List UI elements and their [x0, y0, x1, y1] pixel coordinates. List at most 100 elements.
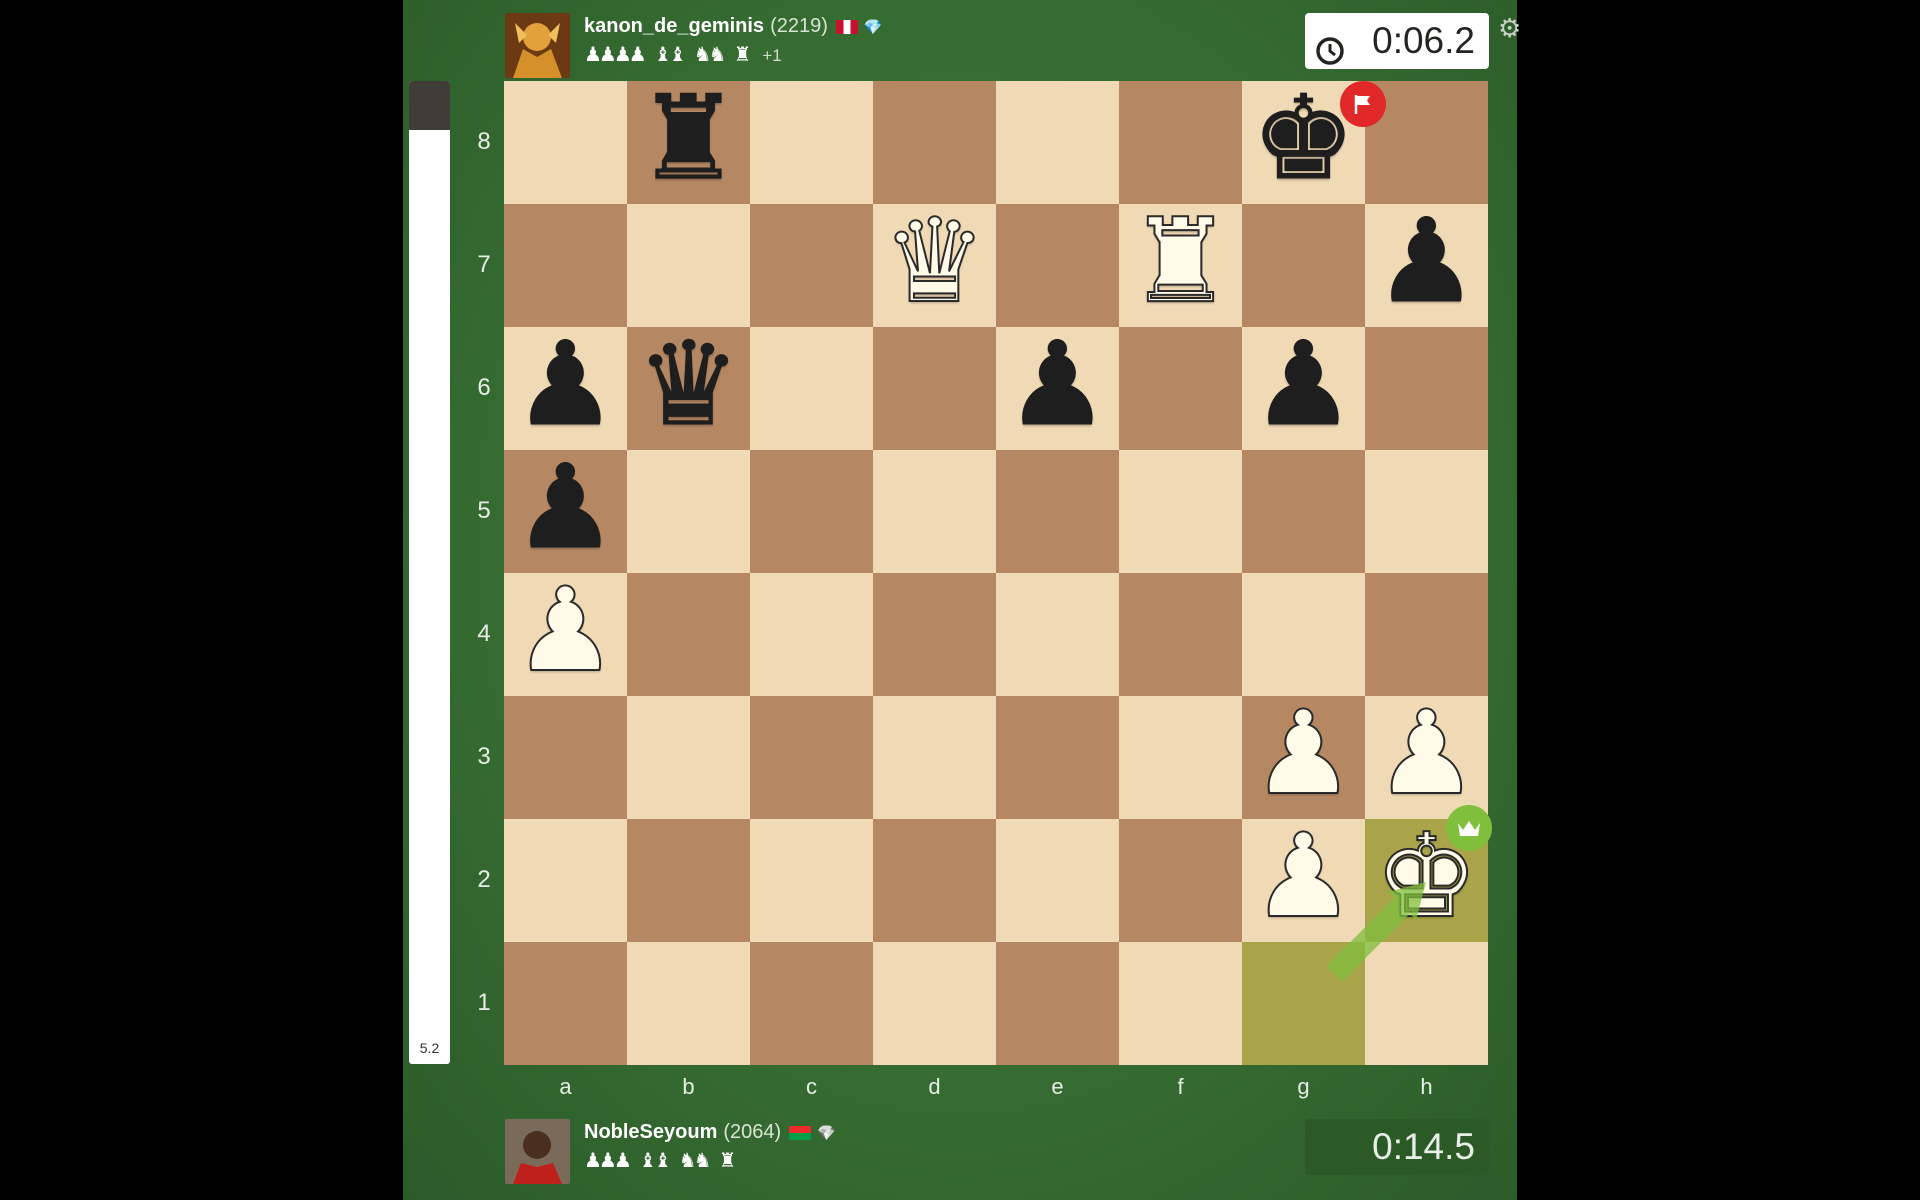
- square-d3[interactable]: [873, 696, 996, 819]
- square-h6[interactable]: [1365, 327, 1488, 450]
- square-f2[interactable]: [1119, 819, 1242, 942]
- square-c6[interactable]: [750, 327, 873, 450]
- square-c3[interactable]: [750, 696, 873, 819]
- black-pawn-icon[interactable]: ♟: [1251, 326, 1356, 443]
- white-rook-icon[interactable]: ♜: [1128, 202, 1234, 320]
- black-queen-icon[interactable]: ♛: [636, 326, 741, 443]
- captured-pawns: ♟♟♟♟: [584, 42, 647, 66]
- square-b4[interactable]: [627, 573, 750, 696]
- top-player-clock: 0:06.2: [1305, 13, 1489, 69]
- square-b6[interactable]: ♛: [627, 326, 750, 450]
- square-d1[interactable]: [873, 942, 996, 1065]
- square-e5[interactable]: [996, 450, 1119, 573]
- square-c2[interactable]: [750, 819, 873, 942]
- white-pawn-icon[interactable]: ♟: [1251, 694, 1357, 812]
- square-a1[interactable]: [504, 942, 627, 1065]
- file-label-e: e: [1051, 1074, 1064, 1099]
- square-d7[interactable]: ♛: [873, 202, 996, 327]
- black-pawn-icon[interactable]: ♟: [513, 326, 618, 443]
- square-b2[interactable]: [627, 819, 750, 942]
- rank-label-6: 6: [477, 374, 491, 401]
- diamond-membership-icon: 💎: [863, 18, 883, 36]
- square-f7[interactable]: ♜: [1119, 202, 1242, 327]
- rank-label-2: 2: [477, 866, 491, 893]
- bottom-player-name[interactable]: NobleSeyoum: [584, 1121, 717, 1143]
- square-a4[interactable]: ♟: [504, 571, 627, 696]
- bottom-clock-time: 0:14.5: [1372, 1126, 1475, 1167]
- square-a3[interactable]: [504, 696, 627, 819]
- square-f6[interactable]: [1119, 327, 1242, 450]
- square-f5[interactable]: [1119, 450, 1242, 573]
- captured-bishops: ♝♝: [638, 1148, 672, 1172]
- square-e6[interactable]: ♟: [996, 326, 1119, 450]
- square-a7[interactable]: [504, 204, 627, 327]
- square-g6[interactable]: ♟: [1242, 326, 1365, 450]
- bottom-player-rating: (2064): [723, 1121, 782, 1143]
- square-e1[interactable]: [996, 942, 1119, 1065]
- black-pawn-icon[interactable]: ♟: [513, 449, 618, 566]
- square-e3[interactable]: [996, 696, 1119, 819]
- square-h7[interactable]: ♟: [1365, 203, 1488, 327]
- white-pawn-icon[interactable]: ♟: [513, 571, 619, 689]
- white-queen-icon[interactable]: ♛: [882, 202, 988, 320]
- square-b1[interactable]: [627, 942, 750, 1065]
- square-g7[interactable]: [1242, 204, 1365, 327]
- bottom-player-clock: 0:14.5: [1305, 1119, 1489, 1175]
- settings-gear-icon[interactable]: ⚙: [1498, 14, 1521, 44]
- square-c7[interactable]: [750, 204, 873, 327]
- square-f4[interactable]: [1119, 573, 1242, 696]
- top-player-name[interactable]: kanon_de_geminis: [584, 15, 764, 37]
- winner-crown-icon: [1446, 805, 1492, 851]
- square-c4[interactable]: [750, 573, 873, 696]
- square-h3[interactable]: ♟: [1365, 694, 1488, 819]
- rank-label-3: 3: [477, 743, 491, 770]
- white-pawn-icon[interactable]: ♟: [1374, 694, 1480, 812]
- square-e2[interactable]: [996, 819, 1119, 942]
- top-player-info: kanon_de_geminis (2219) 💎: [584, 15, 883, 38]
- black-pawn-icon[interactable]: ♟: [1005, 326, 1110, 443]
- file-label-h: h: [1420, 1074, 1433, 1099]
- square-b7[interactable]: [627, 204, 750, 327]
- square-d2[interactable]: [873, 819, 996, 942]
- square-e7[interactable]: [996, 204, 1119, 327]
- square-h4[interactable]: [1365, 573, 1488, 696]
- square-d5[interactable]: [873, 450, 996, 573]
- square-f8[interactable]: [1119, 81, 1242, 204]
- square-d8[interactable]: [873, 81, 996, 204]
- top-player-avatar[interactable]: [505, 13, 570, 78]
- evaluation-bar: 5.2: [409, 81, 450, 1064]
- black-pawn-icon[interactable]: ♟: [1374, 203, 1479, 320]
- square-d4[interactable]: [873, 573, 996, 696]
- material-advantage: +1: [762, 46, 782, 65]
- square-e8[interactable]: [996, 81, 1119, 204]
- bottom-player-avatar[interactable]: [505, 1119, 570, 1184]
- square-g5[interactable]: [1242, 450, 1365, 573]
- square-h5[interactable]: [1365, 450, 1488, 573]
- file-label-g: g: [1297, 1074, 1310, 1099]
- square-f3[interactable]: [1119, 696, 1242, 819]
- square-e4[interactable]: [996, 573, 1119, 696]
- square-a2[interactable]: [504, 819, 627, 942]
- square-b3[interactable]: [627, 696, 750, 819]
- square-g3[interactable]: ♟: [1242, 694, 1365, 819]
- square-a6[interactable]: ♟: [504, 326, 627, 450]
- captured-knights: ♞♞: [678, 1148, 712, 1172]
- rank-label-5: 5: [477, 497, 491, 524]
- square-b5[interactable]: [627, 450, 750, 573]
- square-c1[interactable]: [750, 942, 873, 1065]
- square-f1[interactable]: [1119, 942, 1242, 1065]
- square-c5[interactable]: [750, 450, 873, 573]
- rank-label-1: 1: [477, 989, 491, 1016]
- square-b8[interactable]: ♜: [627, 80, 750, 204]
- square-d6[interactable]: [873, 327, 996, 450]
- bottom-captured-pieces: ♟♟♟ ♝♝ ♞♞ ♜: [584, 1148, 743, 1172]
- square-c8[interactable]: [750, 81, 873, 204]
- captured-knights: ♞♞: [693, 42, 727, 66]
- black-rook-icon[interactable]: ♜: [636, 80, 741, 197]
- rank-label-8: 8: [477, 128, 491, 155]
- square-g4[interactable]: [1242, 573, 1365, 696]
- square-a8[interactable]: [504, 81, 627, 204]
- file-label-c: c: [806, 1074, 817, 1099]
- top-clock-time: 0:06.2: [1372, 20, 1475, 61]
- square-a5[interactable]: ♟: [504, 449, 627, 573]
